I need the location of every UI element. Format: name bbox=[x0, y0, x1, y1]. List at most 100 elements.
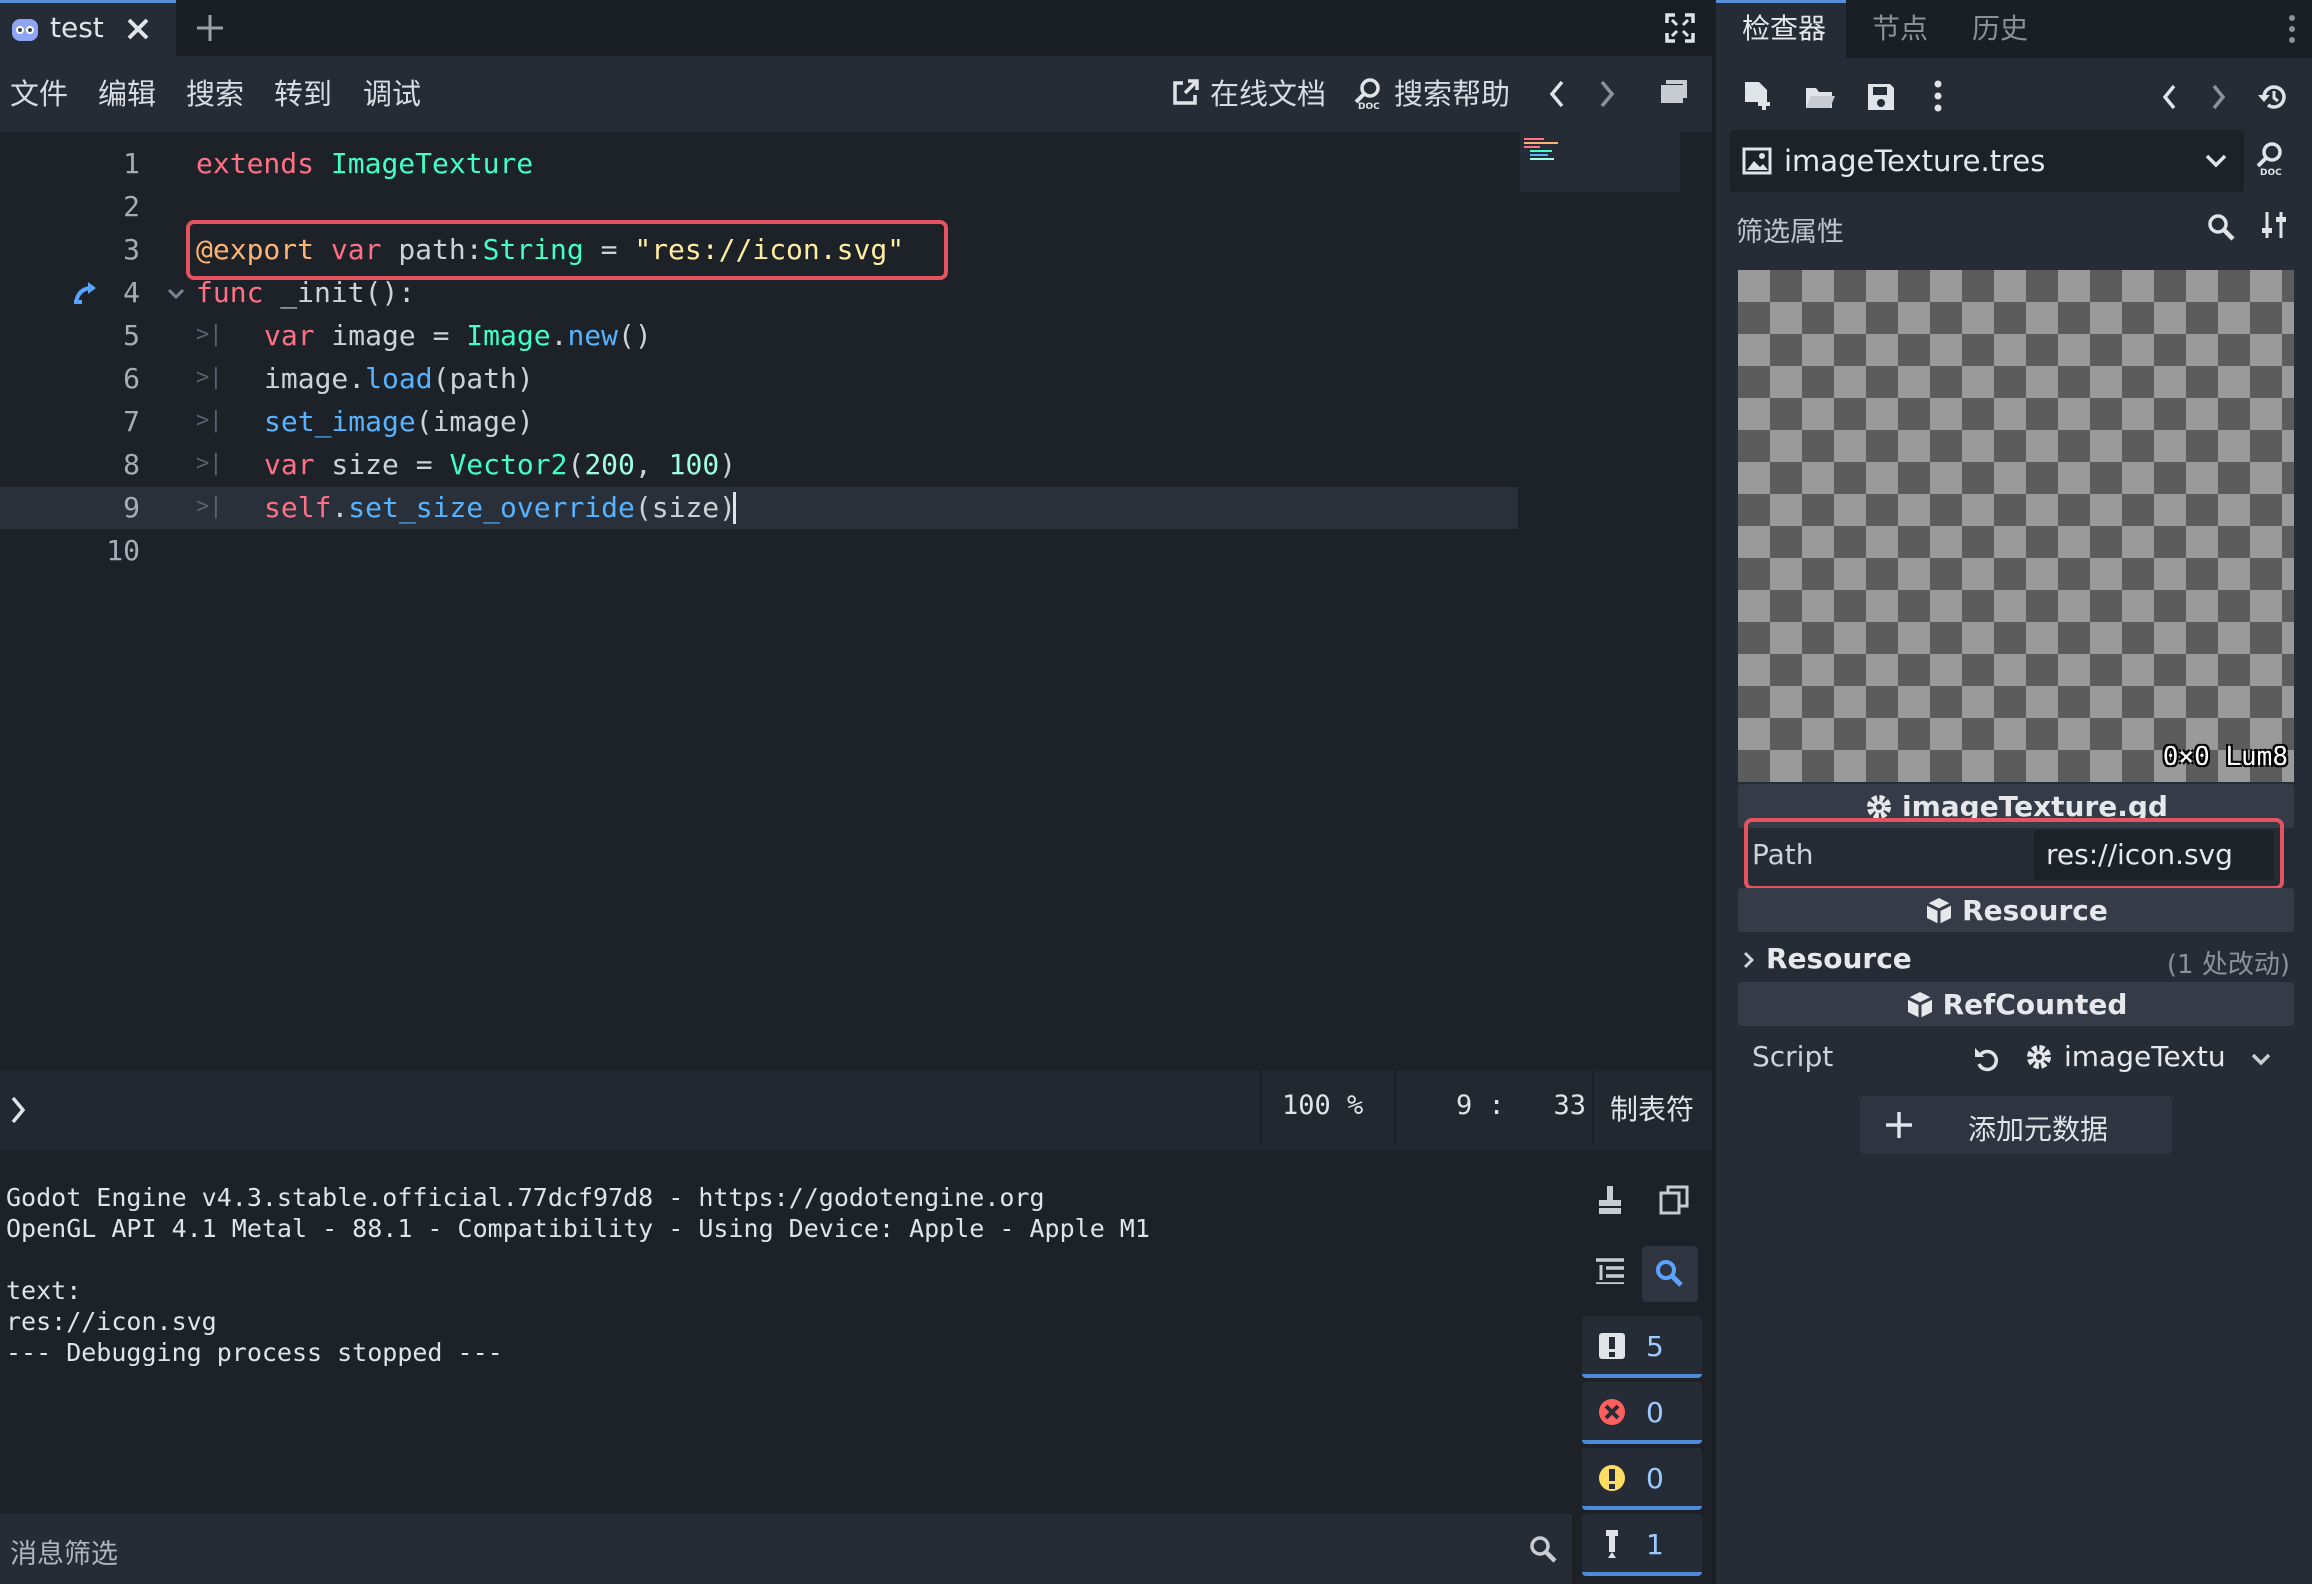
minimap[interactable] bbox=[1520, 132, 1680, 192]
filter-editor-messages-button[interactable]: 1 bbox=[1582, 1514, 1702, 1576]
line-number: 6 bbox=[123, 362, 140, 395]
resource-group-row[interactable]: Resource (1 处改动) bbox=[1738, 938, 2294, 982]
indentation-mode[interactable]: 制表符 bbox=[1610, 1088, 1694, 1128]
code-line-7: set_image(image) bbox=[264, 400, 534, 443]
menu-goto[interactable]: 转到 bbox=[274, 56, 332, 132]
history-back-icon[interactable] bbox=[1546, 78, 1570, 110]
script-tab-bar: test bbox=[0, 0, 1712, 56]
resource-path-dropdown[interactable]: imageTexture.tres bbox=[1730, 130, 2244, 192]
more-options-icon[interactable] bbox=[1934, 80, 1942, 112]
code-token: (size) bbox=[634, 491, 737, 524]
history-forward-icon[interactable] bbox=[1594, 78, 1618, 110]
method-override-icon[interactable] bbox=[72, 280, 100, 306]
indent-marker: >| bbox=[196, 408, 223, 433]
svg-text:DOC: DOC bbox=[2260, 168, 2282, 176]
code-token: image = bbox=[314, 319, 467, 352]
indent-marker: >| bbox=[196, 322, 223, 347]
texture-preview-info: 0×0 Lum8 bbox=[2162, 742, 2288, 772]
warning-count: 0 bbox=[1646, 1462, 1664, 1495]
code-token: ) bbox=[719, 448, 737, 481]
code-editor[interactable]: 1 2 3 4 5 6 7 8 9 10 extends ImageTextur… bbox=[0, 132, 1712, 1070]
online-docs-label: 在线文档 bbox=[1210, 77, 1327, 111]
toggle-scripts-panel-icon[interactable] bbox=[8, 1094, 28, 1126]
svg-text:DOC: DOC bbox=[1358, 102, 1380, 110]
tab-test[interactable]: test bbox=[0, 0, 176, 56]
open-documentation-icon[interactable]: DOC bbox=[2254, 140, 2286, 176]
search-icon bbox=[1528, 1534, 1558, 1564]
code-token: load bbox=[365, 362, 433, 395]
code-token: image. bbox=[264, 362, 366, 395]
tab-inspector-label: 检查器 bbox=[1742, 12, 1827, 45]
collapse-duplicates-icon[interactable] bbox=[1594, 1256, 1626, 1284]
refcounted-section-title: RefCounted bbox=[1942, 988, 2128, 1021]
fold-arrow-icon[interactable] bbox=[166, 286, 186, 302]
property-filter-settings-icon[interactable] bbox=[2260, 210, 2288, 240]
script-value[interactable]: imageTextu bbox=[2064, 1040, 2226, 1073]
close-icon[interactable] bbox=[124, 15, 152, 43]
zoom-level[interactable]: 100 % bbox=[1282, 1090, 1363, 1121]
search-icon bbox=[2206, 212, 2236, 242]
add-metadata-button[interactable]: 添加元数据 bbox=[1860, 1096, 2172, 1154]
code-token: new bbox=[567, 319, 619, 352]
tab-inspector[interactable]: 检查器 bbox=[1716, 0, 1846, 58]
add-tab-icon[interactable] bbox=[194, 12, 226, 44]
image-texture-icon bbox=[1742, 146, 1772, 176]
code-token: 200 bbox=[584, 448, 635, 481]
filter-errors-button[interactable]: 0 bbox=[1582, 1382, 1702, 1444]
code-token: set_size_override bbox=[348, 491, 635, 524]
toggle-search-button[interactable] bbox=[1642, 1246, 1698, 1302]
revert-icon[interactable] bbox=[1972, 1044, 2002, 1074]
menu-file[interactable]: 文件 bbox=[10, 56, 68, 132]
indent-marker: >| bbox=[196, 451, 223, 476]
new-resource-icon[interactable] bbox=[1742, 80, 1772, 114]
save-icon[interactable] bbox=[1866, 82, 1896, 112]
chevron-down-icon[interactable] bbox=[2250, 1052, 2272, 1068]
open-folder-icon[interactable] bbox=[1804, 82, 1836, 112]
code-token: , bbox=[634, 448, 669, 481]
chevron-right-icon bbox=[1742, 950, 1756, 970]
copy-output-icon[interactable] bbox=[1658, 1184, 1690, 1216]
filter-properties-input[interactable]: 筛选属性 bbox=[1730, 196, 2244, 256]
godot-script-icon bbox=[10, 15, 40, 43]
output-sidebar: 5 0 0 1 bbox=[1572, 1160, 1712, 1584]
error-icon bbox=[1598, 1398, 1626, 1426]
tab-history[interactable]: 历史 bbox=[1972, 0, 2028, 58]
menu-edit[interactable]: 编辑 bbox=[98, 56, 156, 132]
message-filter-input[interactable]: 消息筛选 bbox=[0, 1514, 1572, 1584]
line-number: 4 bbox=[123, 276, 140, 309]
text-cursor bbox=[733, 492, 736, 524]
line-column-indicator: 9 : 33 bbox=[1456, 1090, 1587, 1121]
code-line-4: func _init(): bbox=[196, 271, 415, 314]
gear-icon bbox=[2024, 1042, 2054, 1072]
resource-section-header: Resource bbox=[1738, 888, 2294, 932]
distraction-free-icon[interactable] bbox=[1664, 12, 1696, 44]
dock-menu-icon[interactable] bbox=[2288, 14, 2296, 44]
inspector-dock: 检查器 节点 历史 imageTexture.tres DOC 筛选属性 0×0… bbox=[1712, 0, 2312, 1584]
tab-label: test bbox=[50, 11, 104, 44]
message-icon bbox=[1598, 1332, 1626, 1360]
property-script-row[interactable]: Script imageTextu bbox=[1738, 1032, 2294, 1086]
code-token: ( bbox=[567, 448, 585, 481]
previous-object-icon[interactable] bbox=[2160, 82, 2180, 112]
code-token: Image bbox=[466, 319, 551, 352]
path-highlight-box bbox=[1744, 818, 2284, 890]
code-token: func bbox=[196, 276, 264, 309]
menu-search[interactable]: 搜索 bbox=[186, 56, 244, 132]
menu-debug[interactable]: 调试 bbox=[363, 56, 421, 132]
history-icon[interactable] bbox=[2256, 82, 2288, 112]
next-object-icon[interactable] bbox=[2208, 82, 2228, 112]
output-log: Godot Engine v4.3.stable.official.77dcf9… bbox=[6, 1183, 1150, 1367]
make-floating-icon[interactable] bbox=[1658, 76, 1690, 108]
clear-output-icon[interactable] bbox=[1596, 1184, 1624, 1216]
code-token: ImageTexture bbox=[330, 147, 534, 180]
warning-icon bbox=[1598, 1464, 1626, 1492]
cube-icon bbox=[1924, 896, 1954, 926]
code-line-5: var image = Image.new() bbox=[264, 314, 652, 357]
status-divider bbox=[1592, 1070, 1594, 1144]
help-search-icon: DOC bbox=[1352, 76, 1384, 110]
tab-node[interactable]: 节点 bbox=[1872, 0, 1928, 58]
code-token: 100 bbox=[668, 448, 720, 481]
filter-warnings-button[interactable]: 0 bbox=[1582, 1448, 1702, 1510]
property-script-label: Script bbox=[1752, 1040, 1834, 1073]
filter-messages-button[interactable]: 5 bbox=[1582, 1316, 1702, 1378]
